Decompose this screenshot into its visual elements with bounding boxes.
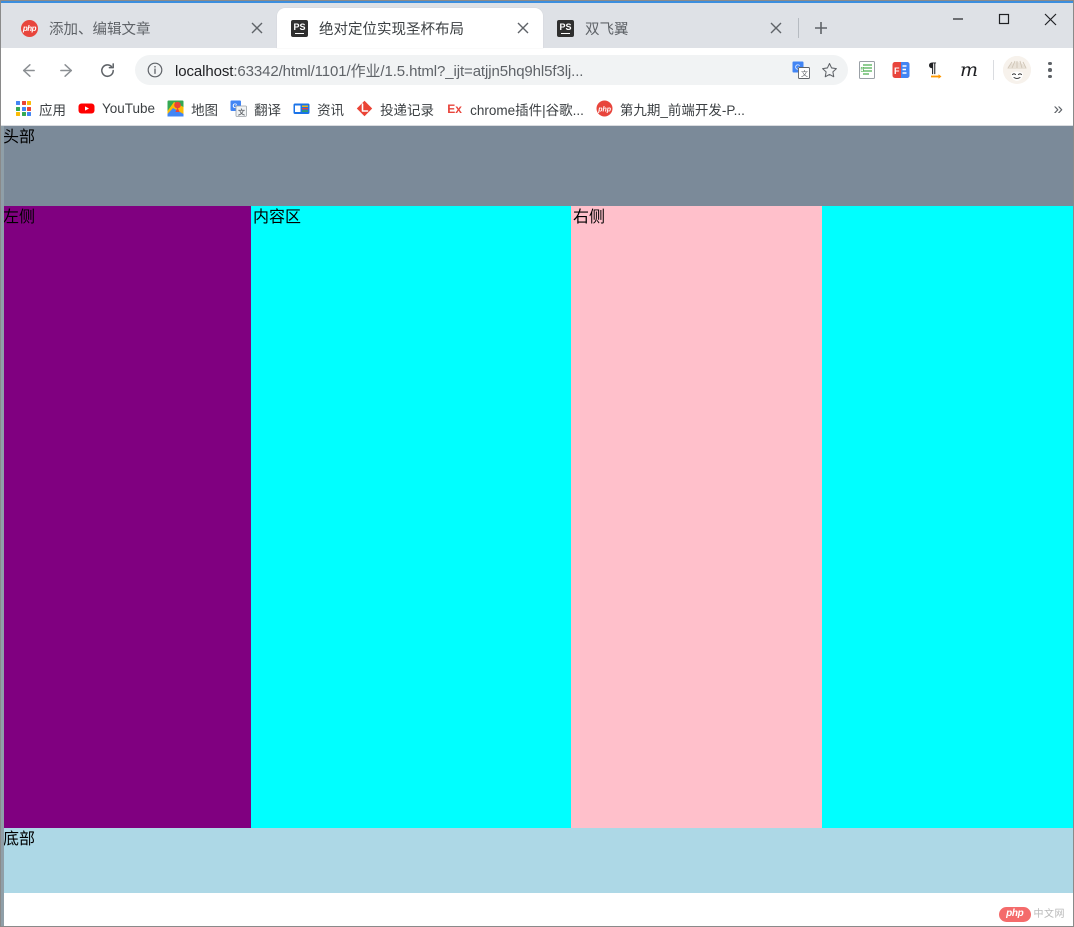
tab-separator — [798, 18, 799, 38]
toolbar-separator — [993, 60, 994, 80]
fe-extension-icon[interactable]: F — [886, 55, 916, 85]
bookmark-label: 地图 — [191, 102, 219, 118]
tab-title: 绝对定位实现圣杯布局 — [319, 21, 464, 38]
watermark-brand: php — [999, 907, 1031, 922]
bookmark-label: 应用 — [39, 102, 66, 118]
svg-text:¶: ¶ — [928, 61, 937, 77]
bookmark-label: YouTube — [102, 101, 156, 116]
lagou-icon — [356, 100, 373, 117]
content-label: 内容区 — [253, 207, 302, 226]
browser-toolbar: localhost:63342/html/1101/作业/1.5.html?_i… — [1, 48, 1073, 92]
address-bar[interactable]: localhost:63342/html/1101/作业/1.5.html?_i… — [135, 55, 848, 85]
bookmarks-overflow-button[interactable]: » — [1054, 100, 1063, 117]
google-translate-icon: G 文 — [230, 100, 247, 117]
footer-label: 底部 — [3, 829, 36, 848]
bookmark-label: 投递记录 — [380, 102, 435, 118]
holy-grail-center: 内容区 左侧 右侧 — [1, 206, 1073, 828]
bookmarks-bar: 应用 YouTube 地图 G 文 翻译 资讯 投递记录 Ex chrome插件… — [1, 92, 1073, 126]
bookmark-news[interactable]: 资讯 — [289, 96, 352, 122]
maximize-button[interactable] — [981, 3, 1027, 35]
bookmark-label: 资讯 — [317, 102, 345, 118]
php-icon: php — [21, 19, 38, 37]
svg-text:5: 5 — [860, 67, 864, 74]
page-viewport: 头部 内容区 左侧 右侧 底部 php 中文网 — [1, 126, 1073, 926]
watermark-suffix: 中文网 — [1033, 908, 1065, 920]
ex-icon: Ex — [447, 101, 462, 116]
close-button[interactable] — [1027, 3, 1073, 35]
header-label: 头部 — [3, 127, 36, 146]
star-icon[interactable] — [816, 57, 842, 83]
page-left-edge — [1, 126, 4, 926]
bookmark-php-course[interactable]: php 第九期_前端开发-P... — [592, 96, 753, 122]
three-dot-menu-icon[interactable] — [1035, 55, 1065, 85]
google-news-icon — [293, 100, 310, 117]
bookmark-delivery-records[interactable]: 投递记录 — [352, 96, 442, 122]
svg-text:php: php — [597, 107, 612, 114]
browser-window: php 添加、编辑文章 PS 绝对定位实现圣杯布局 PS 双飞翼 localho… — [0, 0, 1074, 927]
bookmark-chrome-extensions[interactable]: Ex chrome插件|谷歌... — [442, 96, 592, 122]
apps-grid-icon — [15, 100, 32, 117]
tab-title: 双飞翼 — [585, 21, 629, 38]
minimize-button[interactable] — [935, 3, 981, 35]
holy-grail-right-column: 右侧 — [571, 206, 822, 828]
holy-grail-header: 头部 — [1, 126, 1073, 206]
bookmark-apps[interactable]: 应用 — [11, 96, 74, 122]
url-host: localhost — [175, 62, 234, 80]
tab-close-button[interactable] — [245, 16, 269, 40]
tab-2[interactable]: PS 双飞翼 — [543, 8, 796, 48]
bookmark-youtube[interactable]: YouTube — [74, 96, 163, 122]
bookmark-maps[interactable]: 地图 — [163, 96, 226, 122]
bookmark-translate[interactable]: G 文 翻译 — [226, 96, 289, 122]
holy-grail-left-column: 左侧 — [1, 206, 251, 828]
bookmark-label: 翻译 — [254, 102, 282, 118]
bookmark-label: chrome插件|谷歌... — [470, 102, 584, 118]
forward-arrow-icon[interactable] — [50, 53, 84, 87]
tab-0[interactable]: php 添加、编辑文章 — [7, 8, 277, 48]
tab-close-button[interactable] — [764, 16, 788, 40]
avatar[interactable] — [1003, 56, 1031, 84]
tab-1[interactable]: PS 绝对定位实现圣杯布局 — [277, 8, 543, 48]
tab-close-button[interactable] — [511, 16, 535, 40]
left-label: 左侧 — [3, 207, 36, 226]
info-circle-icon[interactable] — [146, 61, 164, 79]
list-extension-icon[interactable]: 5 — [852, 55, 882, 85]
back-arrow-icon[interactable] — [10, 53, 44, 87]
tab-title: 添加、编辑文章 — [49, 21, 151, 38]
youtube-icon — [78, 100, 95, 117]
url-text[interactable]: localhost:63342/html/1101/作业/1.5.html?_i… — [175, 60, 786, 81]
photoshop-icon: PS — [291, 19, 308, 37]
holy-grail-footer: 底部 — [1, 828, 1073, 893]
google-translate-icon[interactable]: G 文 — [788, 57, 814, 83]
google-maps-icon — [167, 100, 184, 117]
pilcrow-extension-icon[interactable]: ¶ — [920, 55, 950, 85]
svg-text:文: 文 — [801, 69, 808, 78]
right-label: 右侧 — [573, 207, 606, 226]
photoshop-icon: PS — [557, 19, 574, 37]
svg-text:F: F — [894, 66, 900, 76]
watermark: php 中文网 — [999, 907, 1065, 922]
url-path: :63342/html/1101/作业/1.5.html?_ijt=atjjn5… — [233, 62, 584, 80]
m-extension-icon[interactable]: m — [954, 55, 984, 85]
bookmark-label: 第九期_前端开发-P... — [619, 102, 745, 118]
window-controls — [935, 3, 1073, 35]
svg-text:文: 文 — [238, 108, 246, 117]
tab-strip: php 添加、编辑文章 PS 绝对定位实现圣杯布局 PS 双飞翼 — [1, 1, 1073, 48]
reload-icon[interactable] — [90, 53, 124, 87]
new-tab-button[interactable] — [807, 14, 835, 42]
php-icon: php — [596, 100, 613, 117]
